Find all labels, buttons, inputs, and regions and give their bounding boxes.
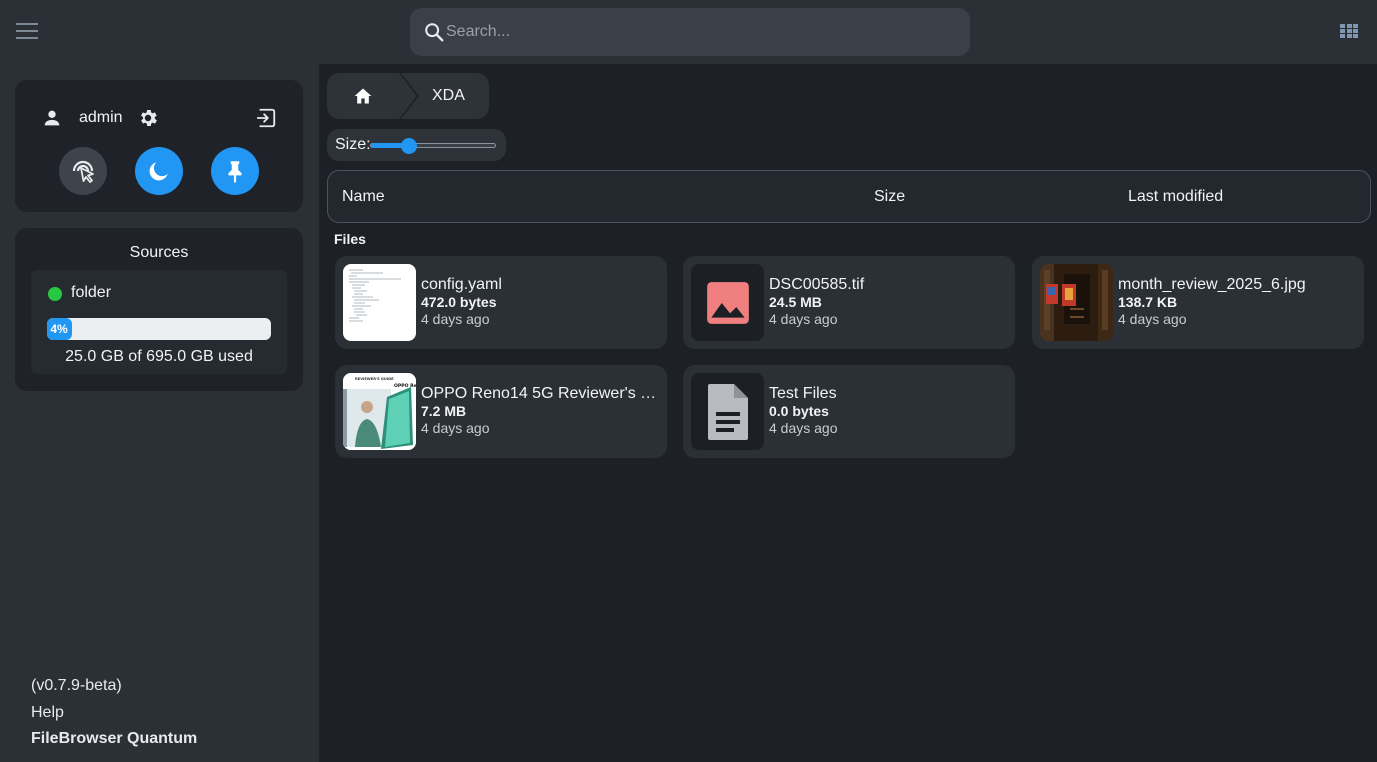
- document-thumbnail: REVIEWER'S GUIDE OPPO Re: [343, 373, 416, 450]
- click-select-toggle[interactable]: [59, 147, 107, 195]
- file-size: 0.0 bytes: [769, 403, 829, 419]
- file-card[interactable]: Test Files 0.0 bytes 4 days ago: [683, 365, 1015, 458]
- settings-gear-icon[interactable]: [137, 107, 159, 129]
- text-preview-icon: [349, 269, 401, 322]
- column-header-name[interactable]: Name: [342, 188, 385, 206]
- dark-mode-toggle[interactable]: [135, 147, 183, 195]
- list-header: Name Size Last modified: [327, 170, 1371, 223]
- sources-title: Sources: [129, 244, 189, 261]
- column-header-size[interactable]: Size: [874, 188, 905, 206]
- file-modified: 4 days ago: [1118, 311, 1187, 327]
- photo-thumbnail: [1040, 264, 1113, 341]
- file-size: 138.7 KB: [1118, 294, 1178, 310]
- text-preview-thumbnail: [343, 264, 416, 341]
- user-row: admin: [41, 106, 159, 130]
- breadcrumb-home[interactable]: [327, 73, 417, 119]
- source-item-folder[interactable]: folder 4% 25.0 GB of 695.0 GB used: [31, 270, 287, 374]
- status-dot: [48, 287, 62, 301]
- top-bar: [0, 0, 1377, 64]
- file-modified: 4 days ago: [769, 420, 838, 436]
- home-icon: [354, 88, 372, 104]
- source-name: folder: [71, 284, 112, 301]
- logout-icon[interactable]: [255, 107, 277, 129]
- menu-button[interactable]: [14, 20, 40, 44]
- usage-bar: 4%: [47, 318, 271, 340]
- size-label: Size:: [335, 136, 371, 153]
- file-modified: 4 days ago: [421, 420, 490, 436]
- file-icon: [707, 383, 748, 440]
- image-thumbnail: [691, 264, 764, 341]
- main-content: XDA Size: Name Size Last modified Files: [319, 64, 1377, 762]
- sidebar-footer: (v0.7.9-beta) Help FileBrowser Quantum: [31, 676, 197, 756]
- file-name: DSC00585.tif: [769, 276, 865, 293]
- usage-text: 25.0 GB of 695.0 GB used: [65, 348, 253, 365]
- size-control: Size:: [327, 129, 506, 161]
- file-card[interactable]: month_review_2025_6.jpg 138.7 KB 4 days …: [1032, 256, 1364, 349]
- files-section-label: Files: [334, 231, 366, 247]
- file-card[interactable]: REVIEWER'S GUIDE OPPO Re OPPO Reno14 5G …: [335, 365, 667, 458]
- oppo-brand-text: OPPO Re: [394, 383, 416, 389]
- file-size: 7.2 MB: [421, 403, 467, 419]
- size-slider[interactable]: [370, 138, 496, 154]
- usage-percent: 4%: [50, 322, 68, 336]
- sidebar: admin Sources folder 4% 25.0 GB of 695.0…: [0, 64, 319, 762]
- file-name: OPPO Reno14 5G Reviewer's Guide: [421, 385, 661, 402]
- menu-icon-line: [16, 23, 38, 25]
- bookshelf-photo: [1040, 264, 1113, 341]
- image-icon: [706, 281, 749, 324]
- pin-sidebar-toggle[interactable]: [211, 147, 259, 195]
- file-modified: 4 days ago: [421, 311, 490, 327]
- menu-icon-line: [16, 37, 38, 39]
- search-input[interactable]: [446, 8, 956, 56]
- size-slider-thumb[interactable]: [400, 138, 417, 154]
- breadcrumb-label: XDA: [432, 87, 465, 104]
- file-thumbnail: [691, 373, 764, 450]
- file-card[interactable]: DSC00585.tif 24.5 MB 4 days ago: [683, 256, 1015, 349]
- cursor-click-icon: [72, 160, 94, 183]
- menu-icon-line: [16, 30, 38, 32]
- file-modified: 4 days ago: [769, 311, 838, 327]
- file-card[interactable]: config.yaml 472.0 bytes 4 days ago: [335, 256, 667, 349]
- file-name: config.yaml: [421, 276, 502, 293]
- version-label: (v0.7.9-beta): [31, 677, 122, 694]
- pin-icon: [228, 161, 242, 183]
- file-size: 24.5 MB: [769, 294, 822, 310]
- file-size: 472.0 bytes: [421, 294, 497, 310]
- user-card: admin: [15, 80, 303, 212]
- person-icon: [44, 110, 60, 126]
- search-bar[interactable]: [410, 8, 970, 56]
- column-header-last-modified[interactable]: Last modified: [1128, 188, 1223, 206]
- help-link[interactable]: Help: [31, 703, 197, 730]
- moon-icon: [149, 162, 168, 181]
- file-name: Test Files: [769, 385, 837, 402]
- file-name: month_review_2025_6.jpg: [1118, 276, 1306, 293]
- brand-link[interactable]: FileBrowser Quantum: [31, 729, 197, 756]
- sources-card: Sources folder 4% 25.0 GB of 695.0 GB us…: [15, 228, 303, 391]
- reviewer-guide-text: REVIEWER'S GUIDE: [355, 377, 394, 381]
- search-icon: [425, 23, 444, 42]
- view-mode-grid-icon[interactable]: [1340, 24, 1360, 40]
- username: admin: [79, 109, 123, 126]
- document-cover-preview: REVIEWER'S GUIDE OPPO Re: [343, 373, 416, 450]
